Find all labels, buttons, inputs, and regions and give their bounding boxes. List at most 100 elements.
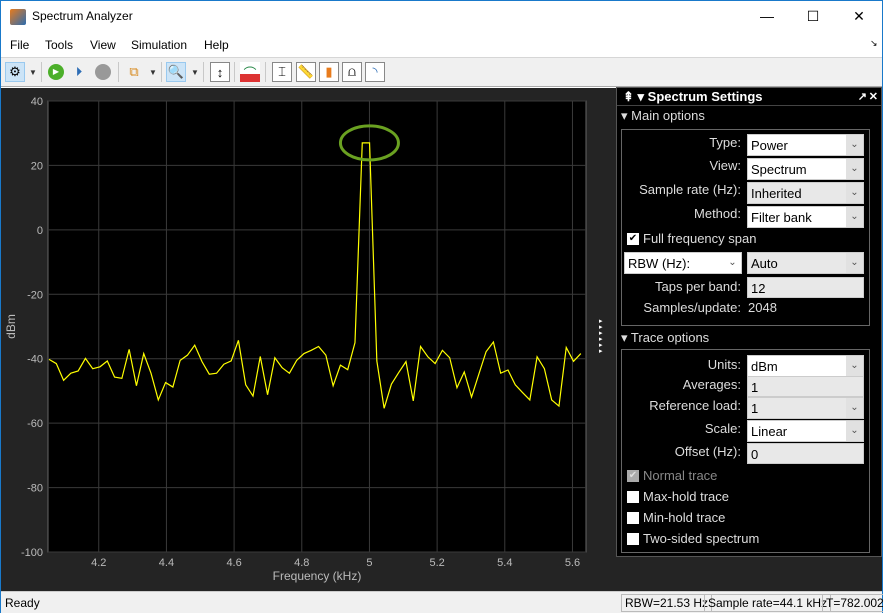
panel-title: Spectrum Settings [647,89,763,104]
zoom-x-icon[interactable]: 🔍 [166,62,186,82]
chevron-down-icon: ⌄ [846,253,863,273]
scale-value: Linear [751,424,788,439]
y-tick-label: -100 [21,547,43,559]
taps-input[interactable]: 12 [747,277,864,298]
view-select[interactable]: Spectrum ⌄ [747,158,864,180]
method-select[interactable]: Filter bank ⌄ [747,206,864,228]
step-forward-icon[interactable]: ⏵ [69,62,89,82]
normal-trace-label: Normal trace [643,468,718,483]
rbw-mode-select[interactable]: RBW (Hz): ⌄ [624,252,742,274]
status-sample-rate: Sample rate=44.1 kHz [704,594,832,612]
view-label: View: [709,158,741,173]
y-tick-label: 20 [31,160,43,172]
scale-axes-icon[interactable]: ↕ [210,62,230,82]
scale-select[interactable]: Linear ⌄ [747,420,864,442]
min-hold-checkbox[interactable]: Min-hold trace [627,510,725,525]
units-select[interactable]: dBm ⌄ [747,355,864,377]
section-label: Trace options [630,330,710,345]
chevron-down-icon[interactable]: ▼ [29,68,37,77]
y-tick-label: -80 [27,483,43,495]
method-label: Method: [694,206,741,221]
matlab-icon [10,9,26,25]
panel-header: ⇞ ▾ Spectrum Settings ↗ ✕ [617,88,881,106]
checkmark-icon: ✔ [627,232,639,245]
rbw-combo[interactable]: Auto ⌄ [747,252,864,274]
x-tick-label: 5.4 [497,557,512,569]
peak-finder-icon[interactable]: ▮ [319,62,339,82]
measurements-icon[interactable]: 📏 [296,62,316,82]
y-tick-label: 0 [37,225,43,237]
undock-icon[interactable]: ↘ [870,38,878,49]
data-cursors-icon[interactable]: ⌶ [272,62,292,82]
main-options-header[interactable]: ▾ Main options [617,106,881,126]
max-hold-label: Max-hold trace [643,489,729,504]
chevron-down-icon: ⌄ [846,183,863,203]
x-tick-label: 5.2 [429,557,444,569]
taps-label: Taps per band: [654,279,741,294]
min-hold-label: Min-hold trace [643,510,726,525]
title-bar: Spectrum Analyzer — ☐ ✕ [1,1,882,32]
type-select[interactable]: Power ⌄ [747,134,864,156]
app-window: Spectrum Analyzer — ☐ ✕ File Tools View … [0,0,883,613]
rbw-mode-value: RBW (Hz): [628,256,691,271]
samples-value: 2048 [748,300,777,315]
menu-file[interactable]: File [10,38,29,52]
y-tick-label: 40 [31,96,43,108]
stop-icon[interactable] [93,62,113,82]
offset-label: Offset (Hz): [674,444,741,459]
close-button[interactable]: ✕ [836,1,882,32]
chevron-down-icon[interactable]: ▼ [149,68,157,77]
x-tick-label: 4.6 [226,557,241,569]
expand-panel-icon[interactable]: ▸ ▸ ▸ ▸ ▸ ▸ [599,318,603,355]
pin-icon[interactable]: ⇞ ▾ [623,89,648,104]
status-bar: Ready RBW=21.53 Hz Sample rate=44.1 kHz … [1,591,883,613]
sample-rate-label: Sample rate (Hz): [639,182,741,197]
offset-input[interactable]: 0 [747,443,864,464]
normal-trace-checkbox: ✔ Normal trace [627,468,717,483]
menu-simulation[interactable]: Simulation [131,38,187,52]
y-axis-label: dBm [4,314,18,339]
y-tick-label: -40 [27,354,43,366]
chevron-down-icon[interactable]: ▼ [191,68,199,77]
sample-rate-combo[interactable]: Inherited ⌄ [747,182,864,204]
rbw-value: Auto [751,256,778,271]
units-value: dBm [751,359,778,374]
method-value: Filter bank [751,210,812,225]
spectrum-settings-icon[interactable]: ⌒ [240,62,260,82]
averages-input[interactable]: 1 [747,376,864,397]
two-sided-checkbox[interactable]: Two-sided spectrum [627,531,759,546]
config-properties-icon[interactable]: ⚙ [5,62,25,82]
full-span-checkbox[interactable]: ✔ Full frequency span [627,231,756,246]
distortion-icon[interactable]: ⩍ [342,62,362,82]
x-axis-label: Frequency (kHz) [273,569,362,583]
toolbar: ⚙ ▼ ▶ ⏵ ⧉ ▼ 🔍 ▼ ↕ ⌒ ⌶ 📏 ▮ ⩍ ◝ [1,57,882,87]
chevron-down-icon: ⌄ [846,356,863,376]
undock-icon[interactable]: ↗ [858,88,867,106]
x-tick-label: 5.6 [565,557,580,569]
section-label: Main options [631,108,705,123]
menu-tools[interactable]: Tools [45,38,73,52]
minimize-button[interactable]: — [744,1,790,32]
trace-options-header[interactable]: ▾ Trace options [617,328,709,348]
spectrum-plot[interactable]: 4.2 4.4 4.6 4.8 5 5.2 5.4 5.6 40 20 0 -20 -40 -60 -80 -… [1,88,601,591]
reference-load-label: Reference load: [649,398,741,413]
type-label: Type: [709,135,741,150]
x-tick-label: 4.4 [159,557,174,569]
menu-bar: File Tools View Simulation Help ↘ [1,34,882,56]
ccdf-icon[interactable]: ◝ [365,62,385,82]
units-label: Units: [707,357,741,372]
menu-help[interactable]: Help [204,38,229,52]
status-time: T=782.002 [822,594,883,612]
max-hold-checkbox[interactable]: Max-hold trace [627,489,729,504]
x-tick-label: 4.2 [91,557,106,569]
run-icon[interactable]: ▶ [46,62,66,82]
reference-load-combo[interactable]: 1 ⌄ [747,397,864,419]
maximize-button[interactable]: ☐ [790,1,836,32]
menu-view[interactable]: View [90,38,116,52]
close-panel-icon[interactable]: ✕ [869,88,878,106]
chevron-down-icon: ⌄ [724,253,741,273]
signal-selector-icon[interactable]: ⧉ [124,62,144,82]
sample-rate-value: Inherited [751,186,802,201]
chevron-down-icon: ⌄ [846,135,863,155]
window-title: Spectrum Analyzer [32,9,133,23]
